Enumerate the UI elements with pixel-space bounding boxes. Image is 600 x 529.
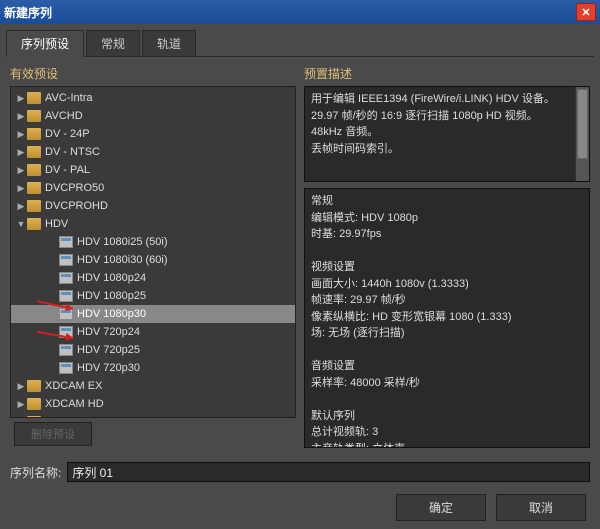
twisty-closed-icon[interactable]: ▶	[15, 201, 27, 212]
item-label: DVCPROHD	[45, 200, 108, 212]
folder-item[interactable]: ▶ 移动设备	[11, 413, 295, 418]
preset-icon	[59, 236, 73, 248]
content-area: 有效预设 ▶ AVC-Intra ▶ AVCHD ▶ DV - 24P ▶ DV - NTSC…	[6, 57, 594, 456]
folder-icon	[27, 146, 41, 158]
item-label: DV - PAL	[45, 164, 90, 176]
item-label: HDV 1080p30	[77, 308, 146, 320]
folder-item[interactable]: ▶ DVCPROHD	[11, 197, 295, 215]
item-label: XDCAM HD	[45, 398, 104, 410]
delete-preset-button: 删除预设	[14, 422, 92, 446]
preset-item[interactable]: HDV 1080i25 (50i)	[11, 233, 295, 251]
sequence-name-row: 序列名称:	[6, 456, 594, 488]
item-label: HDV 1080p25	[77, 290, 146, 302]
sequence-name-input[interactable]	[67, 462, 590, 482]
preset-item[interactable]: HDV 1080i30 (60i)	[11, 251, 295, 269]
folder-icon	[27, 200, 41, 212]
preset-item[interactable]: HDV 720p30	[11, 359, 295, 377]
folder-icon	[27, 218, 41, 230]
preset-icon	[59, 362, 73, 374]
folder-item[interactable]: ▶ DVCPRO50	[11, 179, 295, 197]
preset-icon	[59, 254, 73, 266]
item-label: HDV 720p24	[77, 326, 140, 338]
item-label: HDV 1080i30 (60i)	[77, 254, 168, 266]
item-label: DVCPRO50	[45, 182, 104, 194]
preset-details: 常规编辑模式: HDV 1080p时基: 29.97fps 视频设置画面大小: …	[304, 188, 590, 448]
sequence-name-label: 序列名称:	[10, 464, 61, 481]
item-label: AVC-Intra	[45, 92, 92, 104]
ok-button[interactable]: 确定	[396, 494, 486, 521]
scrollbar[interactable]	[575, 87, 589, 181]
folder-icon	[27, 380, 41, 392]
item-label: HDV 720p30	[77, 362, 140, 374]
twisty-closed-icon[interactable]: ▶	[15, 183, 27, 194]
twisty-closed-icon[interactable]: ▶	[15, 165, 27, 176]
preset-item[interactable]: HDV 720p24	[11, 323, 295, 341]
twisty-closed-icon[interactable]: ▶	[15, 129, 27, 140]
folder-icon	[27, 128, 41, 140]
item-label: DV - 24P	[45, 128, 90, 140]
item-label: HDV 1080p24	[77, 272, 146, 284]
preset-label: 有效预设	[10, 65, 296, 82]
titlebar: 新建序列 ✕	[0, 0, 600, 24]
tab-general[interactable]: 常规	[86, 30, 140, 56]
tab-bar: 序列预设 常规 轨道	[6, 30, 594, 57]
dialog-title: 新建序列	[4, 4, 576, 21]
preset-icon	[59, 344, 73, 356]
folder-item[interactable]: ▶ AVCHD	[11, 107, 295, 125]
item-label: AVCHD	[45, 110, 83, 122]
description-column: 预置描述 用于编辑 IEEE1394 (FireWire/i.LINK) HDV…	[304, 65, 590, 448]
preset-item[interactable]: HDV 1080p25	[11, 287, 295, 305]
twisty-open-icon[interactable]: ▼	[15, 219, 27, 229]
preset-tree[interactable]: ▶ AVC-Intra ▶ AVCHD ▶ DV - 24P ▶ DV - NTSC ▶ DV -…	[10, 86, 296, 418]
item-label: HDV	[45, 218, 68, 230]
folder-item[interactable]: ▶ XDCAM HD	[11, 395, 295, 413]
folder-icon	[27, 92, 41, 104]
item-label: XDCAM EX	[45, 380, 102, 392]
preset-item[interactable]: HDV 1080p30	[11, 305, 295, 323]
dialog-footer: 确定 取消	[6, 488, 594, 523]
cancel-button[interactable]: 取消	[496, 494, 586, 521]
preset-item[interactable]: HDV 720p25	[11, 341, 295, 359]
folder-icon	[27, 164, 41, 176]
folder-icon	[27, 182, 41, 194]
close-button[interactable]: ✕	[576, 3, 596, 21]
description-label: 预置描述	[304, 65, 590, 82]
folder-item[interactable]: ▶ AVC-Intra	[11, 89, 295, 107]
tab-tracks[interactable]: 轨道	[142, 30, 196, 56]
twisty-closed-icon[interactable]: ▶	[15, 417, 27, 419]
folder-item[interactable]: ▶ XDCAM EX	[11, 377, 295, 395]
folder-icon	[27, 110, 41, 122]
folder-item[interactable]: ▶ DV - PAL	[11, 161, 295, 179]
twisty-closed-icon[interactable]: ▶	[15, 399, 27, 410]
twisty-closed-icon[interactable]: ▶	[15, 381, 27, 392]
item-label: HDV 720p25	[77, 344, 140, 356]
preset-item[interactable]: HDV 1080p24	[11, 269, 295, 287]
folder-item[interactable]: ▼ HDV	[11, 215, 295, 233]
preset-icon	[59, 272, 73, 284]
preset-icon	[59, 290, 73, 302]
preset-column: 有效预设 ▶ AVC-Intra ▶ AVCHD ▶ DV - 24P ▶ DV - NTSC…	[10, 65, 296, 448]
twisty-closed-icon[interactable]: ▶	[15, 93, 27, 104]
folder-icon	[27, 416, 41, 418]
folder-item[interactable]: ▶ DV - 24P	[11, 125, 295, 143]
preset-description: 用于编辑 IEEE1394 (FireWire/i.LINK) HDV 设备。2…	[304, 86, 590, 182]
dialog-body: 序列预设 常规 轨道 有效预设 ▶ AVC-Intra ▶ AVCHD ▶ DV - 24…	[0, 24, 600, 529]
folder-item[interactable]: ▶ DV - NTSC	[11, 143, 295, 161]
folder-icon	[27, 398, 41, 410]
item-label: DV - NTSC	[45, 146, 100, 158]
twisty-closed-icon[interactable]: ▶	[15, 147, 27, 158]
tab-preset[interactable]: 序列预设	[6, 30, 84, 57]
item-label: HDV 1080i25 (50i)	[77, 236, 168, 248]
item-label: 移动设备	[45, 414, 89, 418]
twisty-closed-icon[interactable]: ▶	[15, 111, 27, 122]
